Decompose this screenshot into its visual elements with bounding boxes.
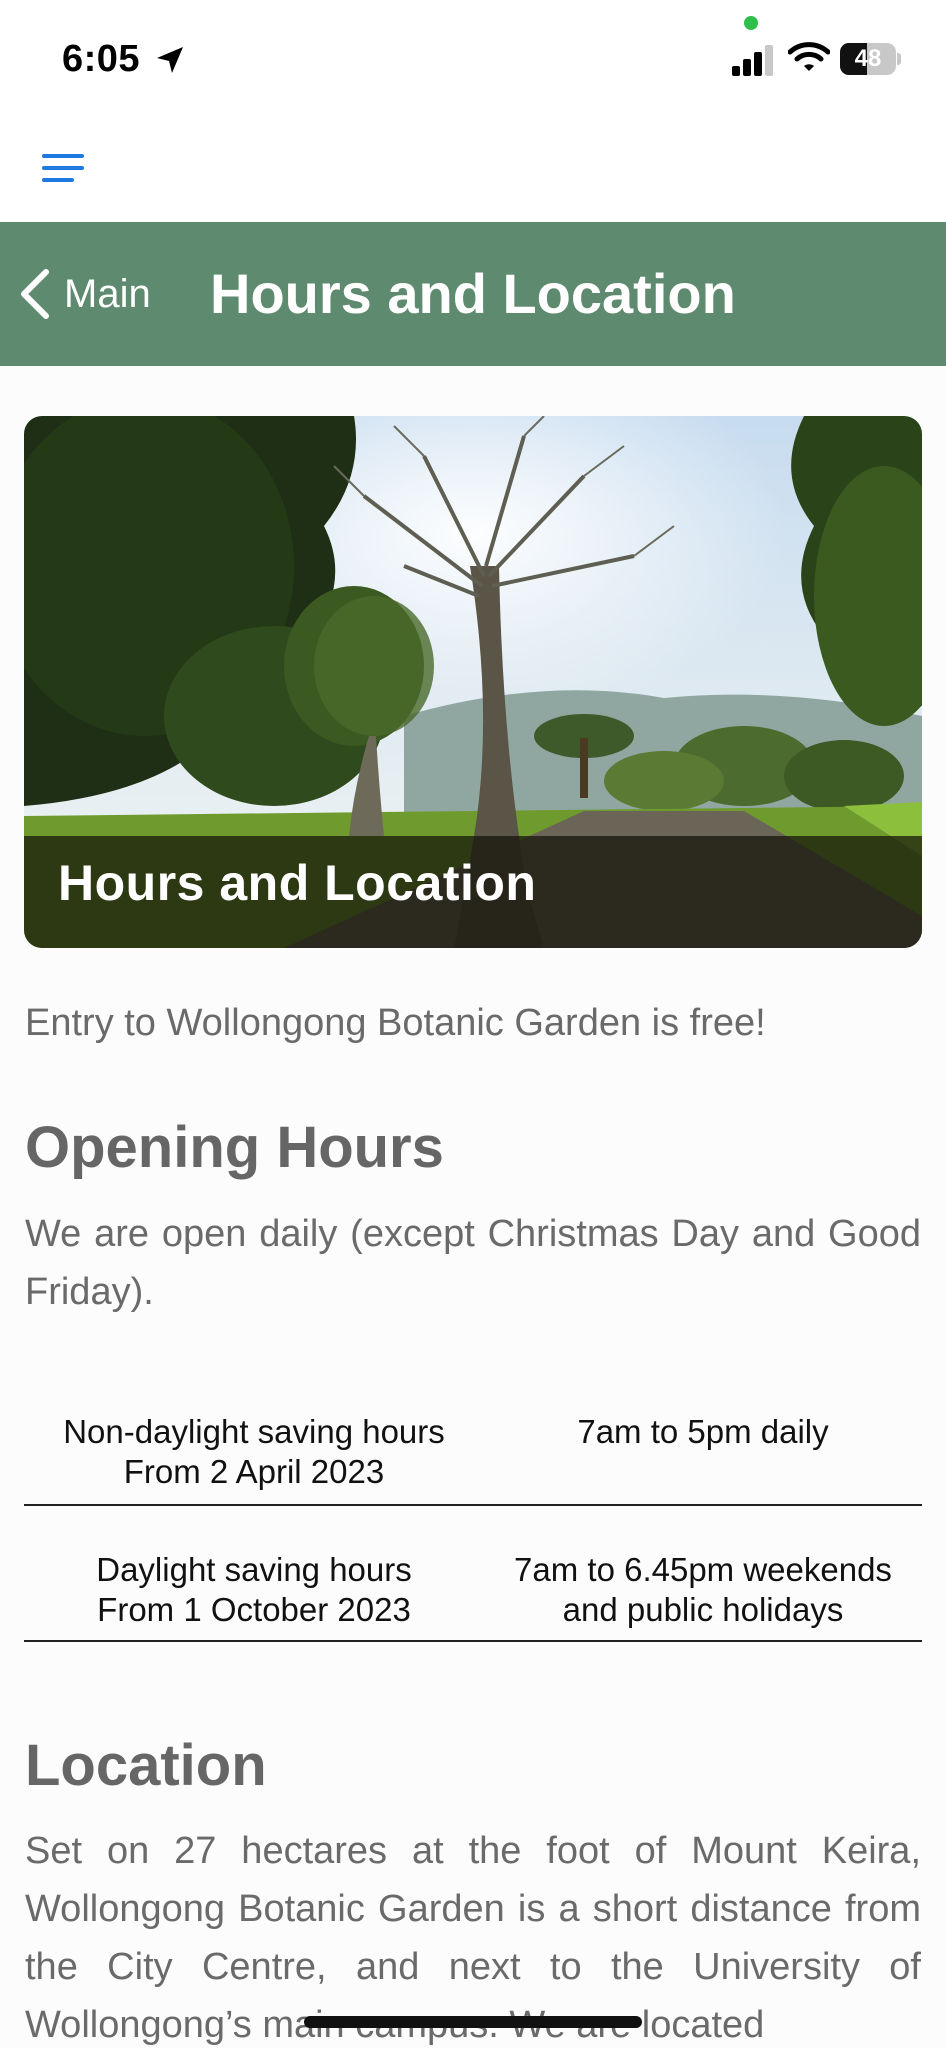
page-title: Hours and Location [210, 262, 736, 325]
hours-value: 7am to 6.45pm weekends [514, 1551, 892, 1588]
back-button[interactable]: Main [18, 262, 151, 326]
location-text: Set on 27 hectares at the foot of Mount … [25, 1830, 921, 2046]
hours-value: 7am to 5pm daily [577, 1413, 829, 1450]
status-bar: 6:05 48 [0, 0, 946, 110]
home-indicator[interactable] [304, 2016, 642, 2028]
battery-icon: 48 [840, 43, 901, 75]
period-date: From 1 October 2023 [97, 1591, 411, 1628]
location-heading: Location [25, 1733, 267, 1798]
camera-indicator-dot [744, 16, 758, 30]
wifi-icon [788, 42, 830, 71]
hours-period-cell: Non-daylight saving hours From 2 April 2… [24, 1412, 484, 1492]
hours-value-extra: and public holidays [562, 1591, 844, 1628]
hamburger-menu-icon[interactable] [38, 150, 88, 190]
opening-hours-heading: Opening Hours [25, 1115, 444, 1180]
cellular-signal-icon [732, 45, 773, 76]
period-label: Daylight saving hours [96, 1551, 412, 1588]
location-arrow-icon [157, 47, 183, 73]
table-row: Non-daylight saving hours From 2 April 2… [24, 1402, 922, 1506]
hero-banner: Hours and Location [24, 416, 922, 948]
status-time: 6:05 [62, 38, 141, 80]
chevron-left-icon [21, 269, 49, 319]
hours-time-cell: 7am to 6.45pm weekends and public holida… [484, 1550, 922, 1630]
hours-time-cell: 7am to 5pm daily [484, 1412, 922, 1452]
top-toolbar [0, 110, 946, 222]
opening-hours-text: We are open daily (except Christmas Day … [25, 1213, 921, 1313]
period-date: From 2 April 2023 [123, 1453, 385, 1490]
table-row: Daylight saving hours From 1 October 202… [24, 1506, 922, 1642]
hours-table: Non-daylight saving hours From 2 April 2… [24, 1402, 922, 1642]
nav-header: Main Hours and Location [0, 222, 946, 366]
back-button-label: Main [64, 271, 151, 316]
hours-period-cell: Daylight saving hours From 1 October 202… [24, 1550, 484, 1630]
intro-text: Entry to Wollongong Botanic Garden is fr… [25, 1002, 766, 1044]
hero-caption: Hours and Location [58, 855, 537, 911]
battery-percent: 48 [854, 45, 882, 72]
period-label: Non-daylight saving hours [63, 1413, 445, 1450]
